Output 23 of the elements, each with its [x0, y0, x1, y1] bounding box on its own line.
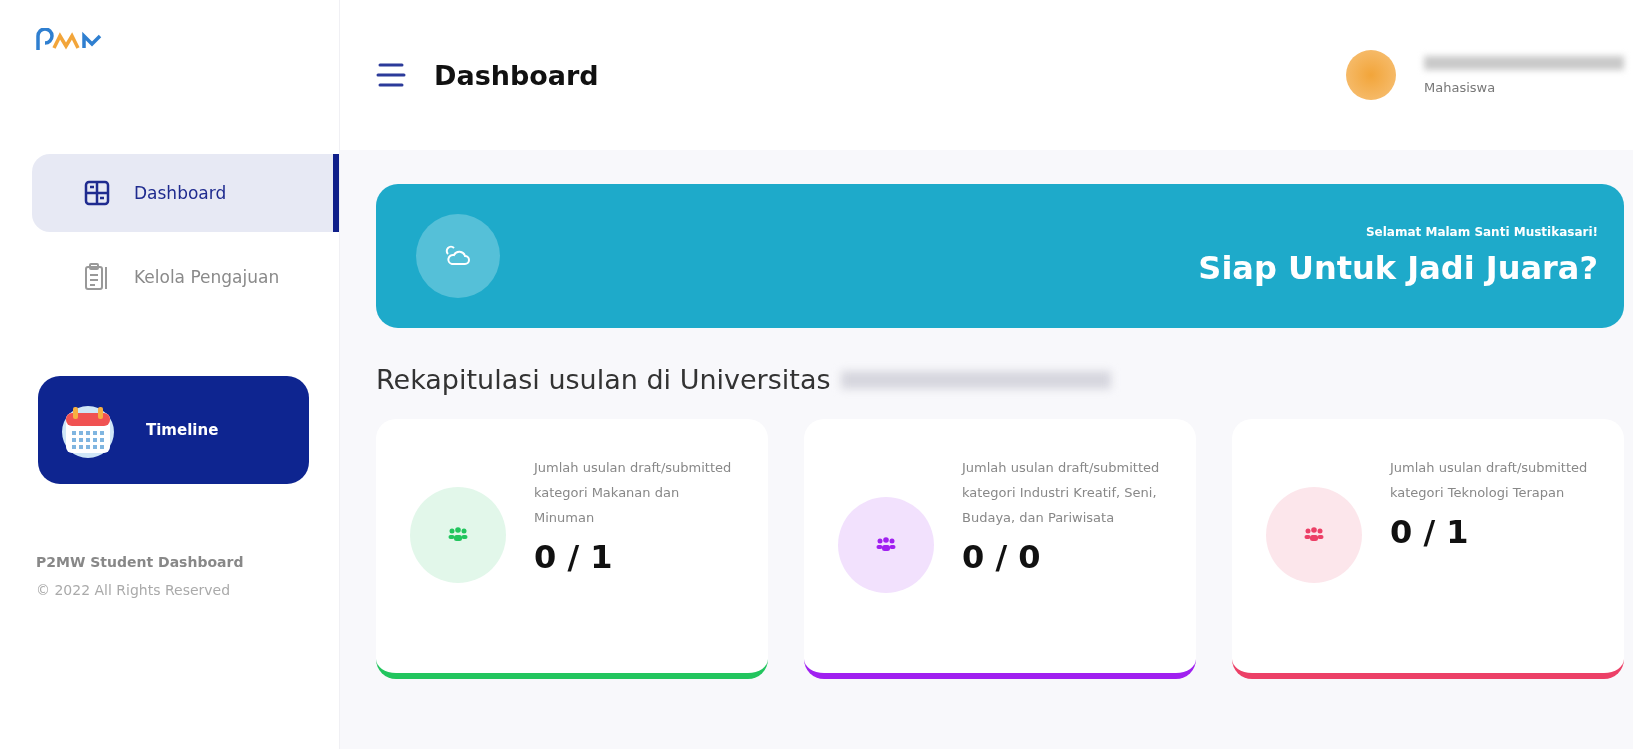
user-role: Mahasiswa — [1424, 79, 1497, 95]
people-icon — [1304, 527, 1324, 543]
people-icon — [876, 537, 896, 553]
page-title: Dashboard — [434, 59, 600, 91]
cloud-icon — [445, 245, 471, 267]
copyright-text: © 2022 All Rights Reserved — [36, 582, 232, 598]
card-count: 0 / 1 — [534, 538, 614, 576]
card-count: 0 / 0 — [962, 538, 1042, 576]
banner-headline: Siap Untuk Jadi Juara? — [1198, 249, 1598, 287]
card-description: Jumlah usulan draft/submitted kategori Industri Kreatif, Seni, Budaya, dan Pariwisata — [962, 459, 1161, 527]
section-title: Rekapitulasi usulan di Universitas — [376, 364, 831, 395]
card-count: 0 / 1 — [1390, 513, 1470, 551]
greeting-text: Selamat Malam Santi Mustikasari! — [1365, 225, 1598, 239]
sidebar-item[interactable]: Dashboard — [32, 154, 339, 232]
people-icon — [448, 527, 468, 543]
menu-icon[interactable] — [376, 62, 406, 88]
sidebar-item[interactable]: Kelola Pengajuan — [32, 238, 339, 316]
clipboard-icon — [84, 263, 110, 291]
card-description: Jumlah usulan draft/submitted kategori Makanan dan Minuman — [534, 459, 733, 527]
footer-title: P2MW Student Dashboard — [36, 554, 245, 570]
timeline-button[interactable]: Timeline — [38, 376, 309, 484]
card-description: Jumlah usulan draft/submitted kategori Teknologi Terapan — [1390, 459, 1589, 502]
dashboard-icon — [84, 180, 110, 206]
